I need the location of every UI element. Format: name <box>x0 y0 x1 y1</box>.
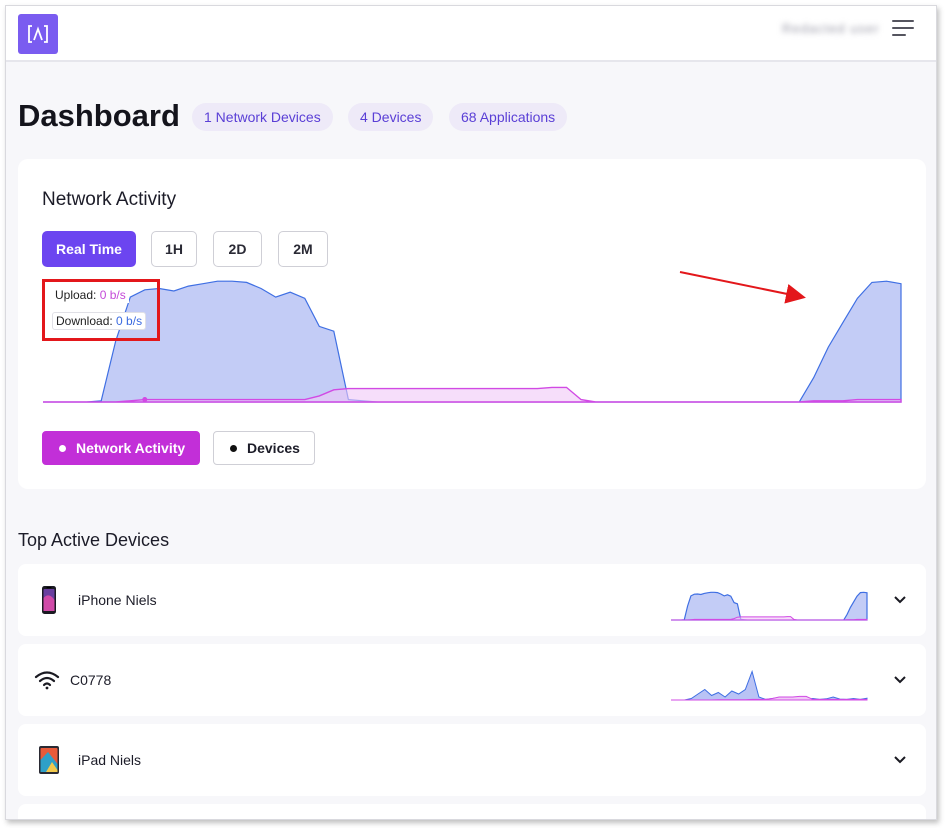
top-bar: Redacted user <box>6 6 936 62</box>
device-name: iPad Niels <box>78 752 142 768</box>
device-row-c0778[interactable]: C0778 <box>18 644 926 716</box>
chevron-down-icon[interactable] <box>892 672 908 688</box>
annotation-arrow-icon <box>679 271 806 304</box>
wifi-icon <box>34 671 60 690</box>
card-title: Network Activity <box>42 189 177 210</box>
devices-pill[interactable]: 4 Devices <box>348 103 434 131</box>
device-row-partial[interactable] <box>18 804 926 819</box>
tooltip-download: Download: 0 b/s <box>52 312 147 330</box>
hamburger-menu-icon[interactable] <box>892 20 914 40</box>
legend-dot-icon <box>230 445 237 452</box>
range-2m-button[interactable]: 2M <box>278 231 328 267</box>
range-2d-button[interactable]: 2D <box>213 231 262 267</box>
download-label: Download: <box>56 314 113 328</box>
top-active-devices-title: Top Active Devices <box>18 530 170 550</box>
upload-label: Upload: <box>55 288 97 302</box>
upload-value: 0 b/s <box>99 288 126 302</box>
device-name: C0778 <box>70 672 112 688</box>
user-name[interactable]: Redacted user <box>782 21 882 41</box>
legend-devices-label: Devices <box>247 440 300 456</box>
tooltip-upload: Upload: 0 b/s <box>52 287 129 303</box>
device-activity-sparkline <box>671 669 868 701</box>
iphone-icon <box>42 586 56 614</box>
app-window: Redacted user Dashboard 1 Network Device… <box>5 5 937 820</box>
legend-devices-button[interactable]: Devices <box>213 431 315 465</box>
legend-network-activity-label: Network Activity <box>76 440 186 456</box>
download-series-area <box>671 591 868 621</box>
network-devices-pill[interactable]: 1 Network Devices <box>192 103 333 131</box>
legend-network-activity-button[interactable]: Network Activity <box>42 431 201 465</box>
applications-pill[interactable]: 68 Applications <box>449 103 568 131</box>
device-activity-sparkline <box>671 591 868 621</box>
logo-icon <box>28 25 48 43</box>
chart-tooltip-highlight: Upload: 0 b/s Download: 0 b/s <box>42 279 160 341</box>
range-1h-button[interactable]: 1H <box>151 231 197 267</box>
device-name: iPhone Niels <box>78 592 157 608</box>
hover-point <box>142 397 148 403</box>
network-activity-card: Network Activity Real Time 1H 2D 2M Uplo… <box>18 159 926 489</box>
app-logo[interactable] <box>18 14 58 54</box>
legend-dot-icon <box>59 445 66 452</box>
download-value: 0 b/s <box>116 314 143 328</box>
download-series-area <box>671 669 868 701</box>
chevron-down-icon[interactable] <box>892 592 908 608</box>
device-row-iphone-niels[interactable]: iPhone Niels <box>18 564 926 636</box>
device-row-ipad-niels[interactable]: iPad Niels <box>18 724 926 796</box>
ipad-icon <box>39 746 59 774</box>
range-real-time-button[interactable]: Real Time <box>42 231 136 267</box>
chevron-down-icon[interactable] <box>892 752 908 768</box>
page-title: Dashboard <box>18 98 180 133</box>
